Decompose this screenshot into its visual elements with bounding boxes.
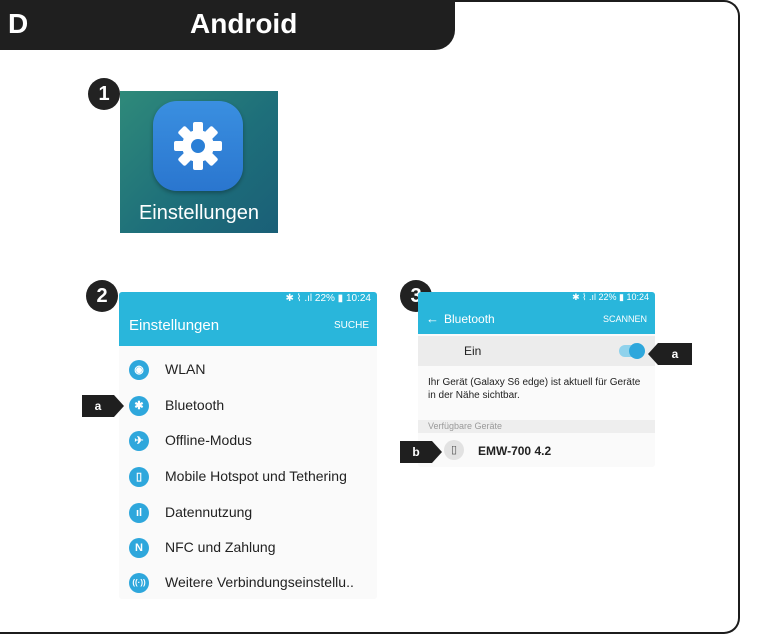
search-button[interactable]: SUCHE (334, 320, 369, 331)
screen-title: Bluetooth (444, 312, 495, 326)
bluetooth-icon: ✱ (129, 396, 149, 416)
app-bar: Einstellungen SUCHE (119, 306, 377, 346)
settings-item-hotspot[interactable]: ▯ Mobile Hotspot und Tethering (119, 459, 377, 493)
settings-item-nfc[interactable]: N NFC und Zahlung (119, 530, 377, 564)
status-bar: ✱ ⌇ .ıl 22% ▮ 10:24 (418, 292, 655, 304)
settings-item-label: NFC und Zahlung (165, 539, 276, 555)
bluetooth-screen: ✱ ⌇ .ıl 22% ▮ 10:24 ← Bluetooth SCANNEN … (418, 292, 655, 467)
settings-item-label: Offline-Modus (165, 432, 252, 448)
settings-app-icon[interactable]: Einstellungen (120, 91, 278, 233)
callout-a-bluetooth: a (82, 395, 124, 417)
section-letter: D (8, 8, 29, 39)
app-bar: ← Bluetooth SCANNEN (418, 304, 655, 334)
screen-title: Einstellungen (129, 317, 220, 334)
step-2-badge: 2 (86, 280, 118, 312)
settings-item-label: Datennutzung (165, 504, 253, 520)
bluetooth-toggle-row[interactable]: Ein (418, 336, 655, 366)
visibility-info: Ihr Gerät (Galaxy S6 edge) ist aktuell f… (428, 377, 641, 401)
scan-button[interactable]: SCANNEN (603, 314, 647, 324)
settings-item-label: Bluetooth (165, 397, 225, 413)
callout-a-toggle: a (648, 343, 692, 365)
settings-item-offline-mode[interactable]: ✈ Offline-Modus (119, 423, 377, 457)
toggle-knob (629, 343, 645, 359)
more-connections-icon: ((·)) (129, 573, 149, 593)
settings-item-label: Weitere Verbindungseinstellu.. (165, 574, 354, 590)
nfc-icon: N (129, 538, 149, 558)
settings-item-label: Mobile Hotspot und Tethering (165, 468, 347, 484)
available-devices-header: Verfügbare Geräte (418, 420, 655, 433)
hotspot-icon: ▯ (129, 467, 149, 487)
settings-app-label: Einstellungen (138, 202, 260, 224)
settings-item-bluetooth[interactable]: ✱ Bluetooth (119, 388, 377, 422)
settings-item-more-connections[interactable]: ((·)) Weitere Verbindungseinstellu.. (119, 565, 377, 599)
toggle-label: Ein (464, 344, 482, 358)
gear-icon (153, 101, 243, 191)
wifi-icon: ◉ (129, 360, 149, 380)
airplane-icon: ✈ (129, 431, 149, 451)
settings-item-data-usage[interactable]: ıl Datennutzung (119, 495, 377, 529)
device-item[interactable]: ▯ EMW-700 4.2 (418, 437, 655, 465)
mouse-icon: ▯ (444, 440, 464, 460)
callout-b-device: b (400, 441, 442, 463)
status-indicators: ✱ ⌇ .ıl 22% ▮ 10:24 (572, 292, 649, 302)
section-title: Android (190, 8, 298, 39)
bluetooth-toggle[interactable] (619, 343, 645, 359)
device-name: EMW-700 4.2 (478, 444, 552, 458)
settings-screen: ✱ ⌇ .ıl 22% ▮ 10:24 Einstellungen SUCHE … (119, 292, 377, 599)
section-header: D Android (0, 0, 455, 50)
step-1-badge: 1 (88, 78, 120, 110)
back-arrow-icon[interactable]: ← (426, 311, 439, 326)
status-indicators: ✱ ⌇ .ıl 22% ▮ 10:24 (285, 293, 371, 304)
settings-item-label: WLAN (165, 361, 206, 377)
settings-item-wlan[interactable]: ◉ WLAN (119, 352, 377, 386)
data-usage-icon: ıl (129, 503, 149, 523)
status-bar: ✱ ⌇ .ıl 22% ▮ 10:24 (119, 292, 377, 306)
